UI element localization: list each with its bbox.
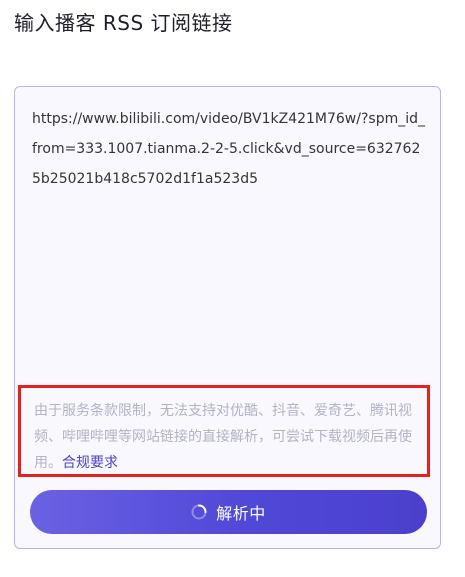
rss-input-card: https://www.bilibili.com/video/BV1kZ421M… <box>14 86 441 549</box>
notice-text-block: 由于服务条款限制，无法支持对优酷、抖音、爱奇艺、腾讯视频、哔哩哔哩等网站链接的直… <box>34 398 415 476</box>
parse-button-label: 解析中 <box>216 506 266 523</box>
compliance-link[interactable]: 合规要求 <box>62 455 118 471</box>
parse-button[interactable]: 解析中 <box>30 490 427 534</box>
spinner-icon <box>191 504 207 520</box>
compliance-notice: 由于服务条款限制，无法支持对优酷、抖音、爱奇艺、腾讯视频、哔哩哔哩等网站链接的直… <box>18 385 430 477</box>
page-title: 输入播客 RSS 订阅链接 <box>14 11 233 35</box>
rss-url-input[interactable]: https://www.bilibili.com/video/BV1kZ421M… <box>32 104 428 194</box>
